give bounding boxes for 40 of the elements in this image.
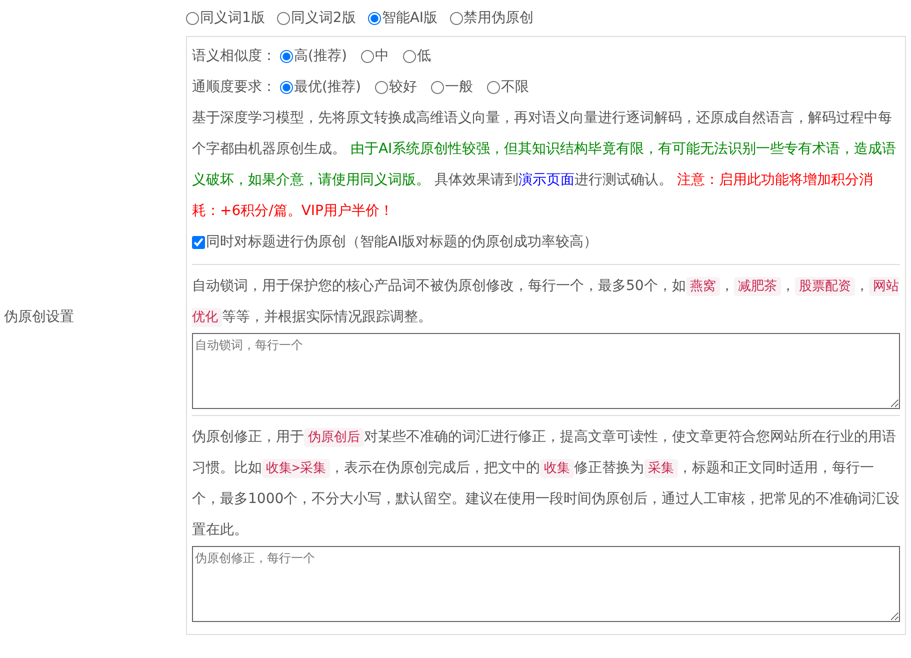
lock-words-description: 自动锁词，用于保护您的核心产品词不被伪原创修改，每行一个，最多50个，如 燕窝 ， 减肥茶 ， 股票配资 ， 网站优化 等等，并根据实际情况跟踪调整。 <box>192 276 900 329</box>
corrections-description: 伪原创修正，用于 伪原创后 对某些不准确的词汇进行修正，提高文章可读性，使文章更符合您网站所在行业的用语习惯。比如 收集>采集 ，表示在伪原创完成后，把文中的 收集 修正替换为 采集 ，标题和正文同时适用，每行一个，最多1000个，不分大小写，默认留空。建议在使用一段时间伪原创后，通过人工审核，把常见的不准确词汇设置在此。 <box>192 427 900 540</box>
radio-label[interactable]: 中 <box>374 46 389 67</box>
checkbox-label[interactable]: 同时对标题进行伪原创（智能AI版对标题的伪原创成功率较高） <box>206 232 598 253</box>
keyword-code: 收集 <box>540 459 574 478</box>
ai-description: 基于深度学习模型，先将原文转换成高维语义向量，再对语义向量进行逐词解码，还原成自然语言，解码过程中每个字都由机器原创生成。 由于AI系统原创性较强，但其知识结构毕竟有限，有可能无法识别一些专有术语，造成语义破坏，如果介意，请使用同义词版。 具体效果请到演示页面进行测试确认。 注意：启用此功能将增加积分消耗：+6积分/篇。VIP用户半价！ <box>192 109 898 221</box>
section-label: 伪原创设置 <box>4 308 74 327</box>
radio-label[interactable]: 同义词2版 <box>290 8 356 28</box>
radio-button[interactable] <box>430 81 444 94</box>
radio-button[interactable] <box>276 12 290 24</box>
radio-label[interactable]: 高(推荐) <box>294 46 347 67</box>
radio-button[interactable] <box>402 50 416 63</box>
keyword-code: 收集>采集 <box>262 459 330 478</box>
radio-button[interactable] <box>280 81 293 94</box>
radio-button[interactable] <box>374 81 388 94</box>
lock-words-field[interactable]: 自动锁词，每行一个 <box>192 333 900 409</box>
corrections-field[interactable]: 伪原创修正，每行一个 <box>192 546 900 622</box>
keyword-code: 减肥茶 <box>734 277 781 296</box>
radio-label[interactable]: 一般 <box>444 77 473 98</box>
radio-button[interactable] <box>368 12 381 24</box>
radio-button[interactable] <box>486 81 500 94</box>
radio-label[interactable]: 同义词1版 <box>200 8 265 28</box>
radio-button[interactable] <box>186 12 199 24</box>
demo-page-link[interactable]: 演示页面 <box>518 172 574 188</box>
radio-label[interactable]: 低 <box>416 46 431 67</box>
keyword-code: 股票配资 <box>794 277 855 296</box>
radio-label[interactable]: 禁用伪原创 <box>464 8 534 28</box>
radio-label[interactable]: 较好 <box>388 77 417 98</box>
keyword-code: 采集 <box>644 459 678 478</box>
checkbox[interactable] <box>192 236 205 249</box>
radio-button[interactable] <box>450 12 463 24</box>
radio-button[interactable] <box>360 50 374 63</box>
radio-label[interactable]: 智能AI版 <box>382 8 438 28</box>
option-label: 语义相似度： <box>192 47 276 66</box>
keyword-code: 伪原创后 <box>304 428 364 447</box>
keyword-code: 燕窝 <box>686 277 720 296</box>
radio-label[interactable]: 最优(推荐) <box>294 77 361 98</box>
option-label: 通顺度要求： <box>192 78 276 97</box>
radio-button[interactable] <box>280 50 293 63</box>
radio-label[interactable]: 不限 <box>500 77 529 98</box>
